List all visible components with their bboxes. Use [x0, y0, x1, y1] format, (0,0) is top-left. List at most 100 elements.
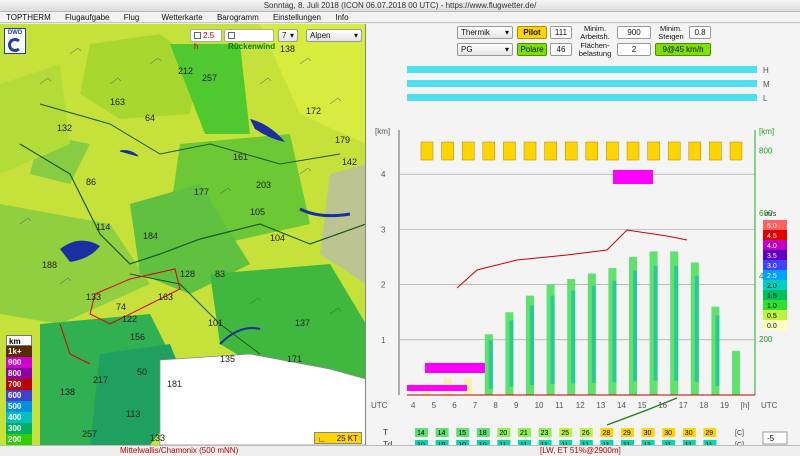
tailwind-toggle[interactable]: Rückenwind	[224, 29, 275, 51]
thermal-forecast-chart[interactable]: HML[km][km]1234200400600800m/s5.04.54.03…	[367, 60, 800, 452]
map-value: 203	[256, 180, 272, 190]
y-tick-label: 2	[381, 281, 386, 290]
x-tick-label: [h]	[741, 401, 750, 410]
ms-scale-value: 4.0	[767, 243, 777, 250]
menu-wetterkarte[interactable]: Wetterkarte	[162, 12, 203, 23]
map-value: 212	[178, 66, 194, 76]
pg-select[interactable]: PG	[457, 43, 513, 56]
x-tick-label: 8	[493, 401, 498, 410]
thermik-select[interactable]: Thermik	[457, 26, 513, 39]
thermal-column-core	[653, 265, 658, 381]
x-tick-label: 13	[596, 401, 605, 410]
upper-wind-box	[626, 141, 640, 161]
map-value: 128	[180, 269, 196, 279]
menu-flug[interactable]: Flug	[124, 12, 140, 23]
temp-value: 30	[685, 430, 693, 437]
thermal-column-core	[612, 280, 617, 383]
thermal-column-core	[550, 295, 555, 384]
menu-barogramm[interactable]: Barogramm	[217, 12, 259, 23]
thermal-column-core	[509, 320, 514, 387]
map-value: 163	[158, 292, 174, 302]
cloud-row-label: L	[763, 94, 768, 103]
y-axis-right-label: [km]	[759, 127, 774, 136]
wind-scale: ∟ 25 KT	[314, 432, 362, 444]
temp-value: 15	[458, 430, 466, 437]
legend-item: 700	[6, 379, 32, 390]
status-info: [LW, ET 51%@2900m]	[540, 446, 621, 455]
legend-item: 800	[6, 368, 32, 379]
x-axis-label-right: UTC	[761, 401, 778, 410]
map-value: 257	[82, 429, 98, 439]
menu-info[interactable]: Info	[335, 12, 348, 23]
height-legend: km 1k+ 900 800 700 600 500 400 300 200 1…	[6, 335, 32, 445]
min-arbeit-input[interactable]: 900	[617, 26, 651, 39]
menu-topthem[interactable]: TOPTHERM	[6, 12, 51, 23]
polare-input[interactable]: 46	[550, 43, 572, 56]
flaechen-input[interactable]: 2	[617, 43, 651, 56]
x-tick-label: 14	[617, 401, 626, 410]
ms-scale-value: 1.5	[767, 293, 777, 300]
upper-wind-box	[544, 141, 557, 161]
map-value: 138	[60, 387, 76, 397]
temp-value: 28	[602, 430, 610, 437]
cloud-row-bar	[407, 94, 757, 101]
map-value: 181	[167, 379, 183, 389]
pilot-label: Pilot	[517, 26, 547, 39]
upper-wind-box	[585, 141, 599, 161]
menu-bar: TOPTHERM Flugaufgabe Flug Wetterkarte Ba…	[0, 12, 800, 23]
thermal-column-core	[530, 305, 534, 386]
temp-value: 21	[520, 430, 528, 437]
pilot-input[interactable]: 111	[550, 26, 572, 39]
ms-scale-value: 1.0	[767, 303, 777, 310]
upper-wind-box	[688, 141, 702, 161]
region-select[interactable]: Alpen	[306, 29, 362, 42]
legend-item: 300	[6, 423, 32, 434]
map-value: 74	[116, 302, 127, 312]
ms-scale-value: 2.5	[767, 273, 777, 280]
y-tick-label: 1	[381, 336, 386, 345]
terrain-map[interactable]	[0, 24, 366, 445]
min-steigen-input[interactable]: 0.8	[689, 26, 711, 39]
time-checkbox[interactable]	[194, 32, 201, 39]
temp-value: 20	[499, 430, 507, 437]
map-value: 64	[145, 113, 156, 123]
temp-value: 18	[479, 430, 487, 437]
map-value: 171	[287, 354, 303, 364]
speed-display: 9@45 km/h	[655, 43, 711, 56]
x-tick-label: 12	[576, 401, 585, 410]
min-steigen-label: Minim. Steigen	[658, 24, 684, 41]
temp-value: 30	[644, 430, 652, 437]
x-tick-label: 19	[720, 401, 729, 410]
legend-item: 600	[6, 390, 32, 401]
polare-label: Polare	[517, 43, 547, 56]
tailwind-checkbox[interactable]	[228, 32, 235, 39]
upper-wind-box	[667, 141, 681, 161]
x-axis-label: UTC	[371, 401, 388, 410]
status-location: Mittelwallis/Chamonix (500 mNN)	[120, 446, 239, 455]
status-bar: Mittelwallis/Chamonix (500 mNN) [LW, ET …	[0, 445, 800, 456]
zoom-value: -5	[767, 434, 775, 443]
upper-wind-box	[709, 141, 722, 161]
map-value: 86	[86, 177, 97, 187]
map-value: 161	[233, 152, 249, 162]
x-tick-label: 4	[411, 401, 416, 410]
upper-wind-box	[482, 141, 496, 161]
map-value: 50	[137, 367, 148, 377]
upper-wind-box	[420, 141, 434, 161]
tailwind-stepper[interactable]: 7	[278, 29, 298, 42]
map-value: 188	[42, 260, 58, 270]
legend-item: 500	[6, 401, 32, 412]
temp-row-label: T	[383, 428, 388, 437]
time-toggle[interactable]: 2.5 h	[190, 29, 222, 51]
x-tick-label: 10	[535, 401, 544, 410]
menu-flugaufgabe[interactable]: Flugaufgabe	[65, 12, 109, 23]
thermal-column-core	[591, 285, 596, 383]
map-value: 142	[342, 157, 358, 167]
menu-einstellungen[interactable]: Einstellungen	[273, 12, 321, 23]
map-value: 156	[130, 332, 146, 342]
map-panel[interactable]: DWD 2.5 h Rückenwind 7 Alpen 138 212 257…	[0, 24, 366, 445]
cloud-row-bar	[407, 80, 757, 87]
map-value: 163	[110, 97, 126, 107]
temp-unit: [C]	[735, 430, 744, 437]
temp-value: 14	[438, 430, 446, 437]
